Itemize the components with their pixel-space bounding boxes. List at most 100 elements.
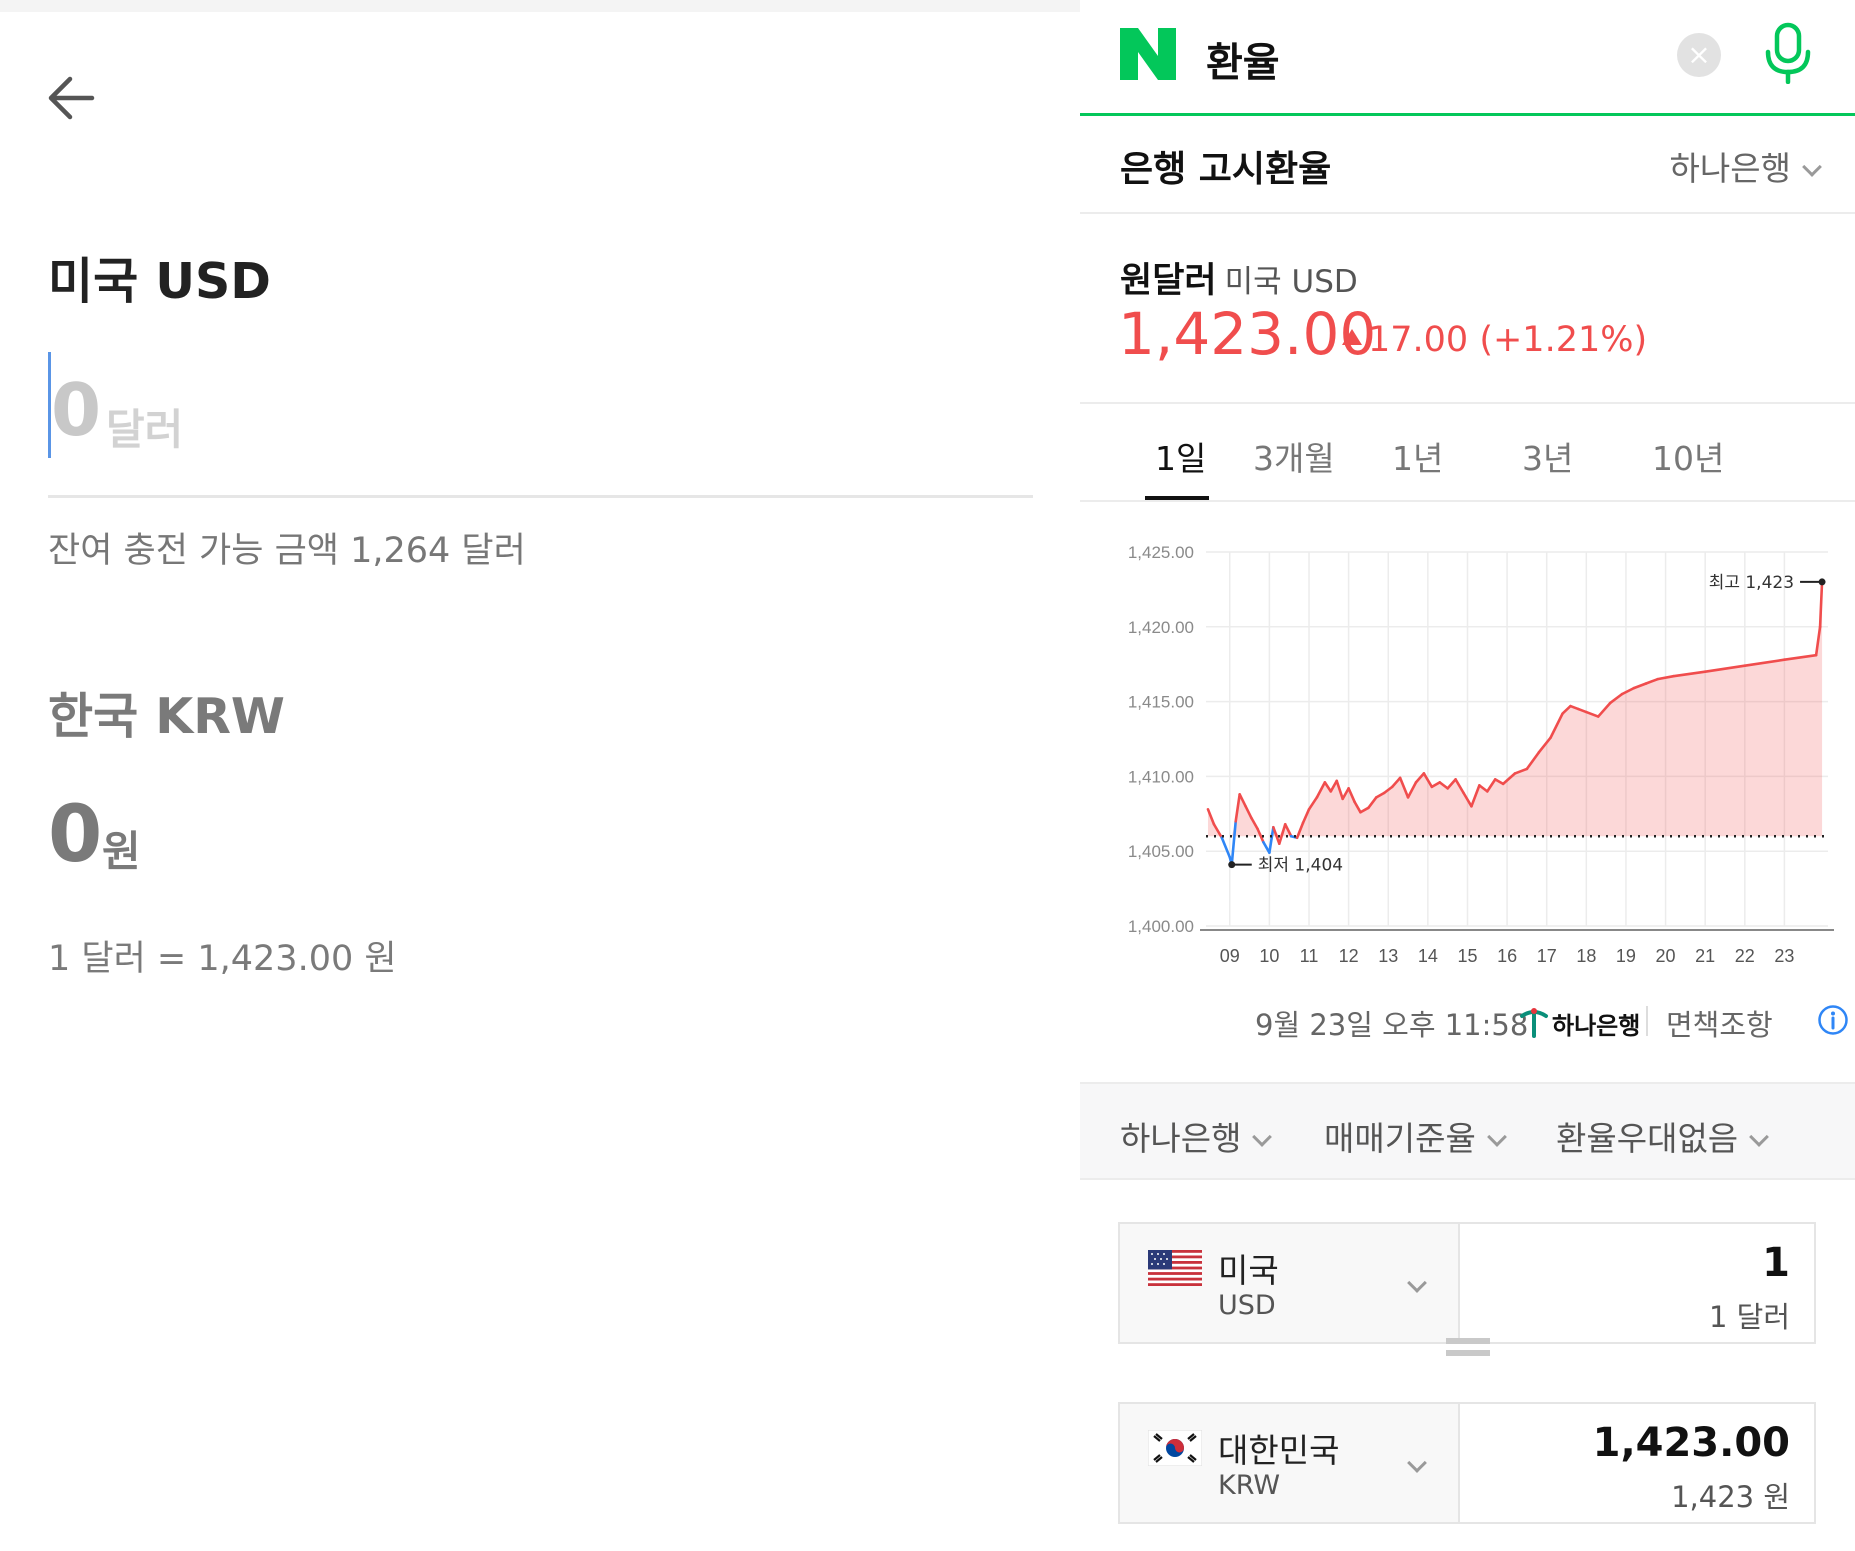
- section-title: 은행 고시환율: [1120, 149, 1332, 190]
- x-tick-label: 19: [1616, 946, 1636, 966]
- converter-row-usd: 미국 USD 1 1 달러: [1118, 1222, 1816, 1344]
- period-tabs: 1일 3개월 1년 3년 10년: [1080, 402, 1855, 502]
- filter-bank-label: 하나은행: [1120, 1119, 1242, 1158]
- remaining-amount-text: 잔여 충전 가능 금액 1,264 달러: [48, 531, 526, 571]
- price-change: 17.00 (+1.21%): [1342, 320, 1647, 360]
- chart-area-fill: [1207, 581, 1823, 837]
- chevron-down-icon: [1749, 1127, 1770, 1147]
- bank-dropdown-label: 하나은행: [1669, 149, 1791, 188]
- usd-amount-value: 0: [51, 368, 102, 452]
- close-icon[interactable]: ×: [1677, 33, 1721, 77]
- up-triangle-icon: [1342, 329, 1362, 345]
- x-tick-label: 09: [1220, 946, 1240, 966]
- filter-rate-type-label: 매매기준율: [1324, 1119, 1476, 1158]
- x-tick-label: 16: [1497, 946, 1517, 966]
- tab-3y[interactable]: 3년: [1522, 432, 1573, 480]
- active-tab-indicator: [1145, 496, 1209, 500]
- currency-code: KRW: [1218, 1470, 1281, 1501]
- country-name: 대한민국: [1218, 1431, 1340, 1470]
- krw-amount-value: 0: [48, 790, 103, 880]
- naver-logo[interactable]: [1120, 28, 1176, 80]
- tab-10y[interactable]: 10년: [1652, 432, 1724, 480]
- x-tick-label: 22: [1735, 946, 1755, 966]
- back-button[interactable]: [44, 70, 100, 126]
- x-tick-label: 11: [1300, 946, 1319, 966]
- krw-currency-title: 한국 KRW: [48, 688, 285, 745]
- krw-unit-label: 원: [102, 827, 141, 876]
- section-header: 은행 고시환율 하나은행: [1080, 118, 1855, 214]
- high-label: 최고 1,423: [1709, 573, 1794, 593]
- x-tick-label: 23: [1774, 946, 1794, 966]
- x-tick-label: 15: [1457, 946, 1477, 966]
- kr-flag-icon: [1148, 1430, 1202, 1466]
- us-flag-icon: [1148, 1250, 1202, 1286]
- series-line-segment: [1230, 819, 1238, 866]
- usd-amount-input[interactable]: 0 달러: [48, 350, 1033, 498]
- exchange-rate-chart[interactable]: 1,425.00 1,420.00 1,415.00 1,410.00 1,405.00…: [1080, 520, 1855, 980]
- price-change-value: 17.00 (+1.21%): [1368, 320, 1648, 360]
- chart-footer: 9월 23일 오후 11:58 하나은행 면책조항: [1080, 1002, 1855, 1044]
- converter-amount-krw[interactable]: 1,423.00: [1593, 1420, 1790, 1466]
- chevron-down-icon: [1407, 1453, 1427, 1473]
- usd-currency-title: 미국 USD: [48, 253, 271, 310]
- x-tick-label: 14: [1418, 946, 1438, 966]
- filter-bar: 하나은행 매매기준율 환율우대없음: [1080, 1082, 1855, 1180]
- chevron-down-icon: [1407, 1273, 1427, 1293]
- y-tick-label: 1,425.00: [1128, 543, 1194, 562]
- disclaimer-link[interactable]: 면책조항: [1666, 1002, 1773, 1044]
- tab-1y[interactable]: 1년: [1392, 432, 1443, 480]
- x-tick-label: 13: [1378, 946, 1398, 966]
- x-tick-label: 12: [1339, 946, 1359, 966]
- currency-code: USD: [1218, 1290, 1276, 1321]
- currency-select-krw[interactable]: 대한민국 KRW: [1120, 1404, 1460, 1522]
- tab-1d[interactable]: 1일: [1155, 432, 1206, 480]
- x-tick-label: 18: [1576, 946, 1596, 966]
- y-tick-label: 1,400.00: [1128, 917, 1194, 936]
- filter-rate-type[interactable]: 매매기준율: [1324, 1112, 1507, 1160]
- hana-bank-logo-icon: [1520, 1008, 1548, 1038]
- chart-svg: 1,425.00 1,420.00 1,415.00 1,410.00 1,405.00…: [1128, 543, 1834, 966]
- usd-unit-label: 달러: [106, 405, 184, 454]
- y-tick-label: 1,410.00: [1128, 767, 1194, 786]
- converter-amount-text-usd: 1 달러: [1708, 1300, 1790, 1334]
- current-price: 1,423.00: [1118, 300, 1377, 368]
- charge-panel: 미국 USD 0 달러 잔여 충전 가능 금액 1,264 달러 한국 KRW …: [0, 0, 1080, 1551]
- pair-sub: 미국 USD: [1224, 264, 1358, 300]
- high-marker-dot: [1818, 578, 1826, 586]
- x-tick-label: 20: [1656, 946, 1676, 966]
- converter-amount-text-krw: 1,423 원: [1671, 1480, 1790, 1514]
- x-tick-label: 17: [1537, 946, 1557, 966]
- divider: [1646, 1006, 1648, 1036]
- country-name: 미국: [1218, 1251, 1279, 1290]
- search-bar: 환율 ×: [1080, 0, 1855, 116]
- pair-label: 원달러 미국 USD: [1120, 252, 1358, 303]
- chart-timestamp: 9월 23일 오후 11:58: [1255, 1008, 1529, 1042]
- pair-name: 원달러: [1120, 261, 1217, 301]
- converter-amount-usd[interactable]: 1: [1762, 1240, 1790, 1286]
- naver-exchange-panel: 환율 × 은행 고시환율 하나은행 원달러 미국 USD 1,423.00 17.…: [1080, 0, 1855, 1551]
- y-tick-label: 1,420.00: [1128, 618, 1194, 637]
- exchange-rate-text: 1 달러 = 1,423.00 원: [48, 939, 397, 979]
- filter-bank[interactable]: 하나은행: [1120, 1112, 1273, 1160]
- status-strip: [0, 0, 1080, 12]
- microphone-icon[interactable]: [1760, 22, 1816, 84]
- chevron-down-icon: [1486, 1127, 1507, 1147]
- filter-preference-label: 환율우대없음: [1556, 1119, 1739, 1158]
- tab-3m[interactable]: 3개월: [1253, 432, 1335, 480]
- bank-dropdown[interactable]: 하나은행: [1669, 142, 1822, 190]
- y-tick-label: 1,405.00: [1128, 842, 1194, 861]
- low-label: 최저 1,404: [1258, 856, 1343, 876]
- arrow-left-icon: [48, 76, 95, 120]
- currency-select-usd[interactable]: 미국 USD: [1120, 1224, 1460, 1342]
- chevron-down-icon: [1802, 157, 1822, 177]
- converter-row-krw: 대한민국 KRW 1,423.00 1,423 원: [1118, 1402, 1816, 1524]
- series-line-segment: [1220, 836, 1232, 859]
- y-tick-label: 1,415.00: [1128, 693, 1194, 712]
- x-tick-label: 21: [1695, 946, 1715, 966]
- source-bank-name: 하나은행: [1552, 1012, 1641, 1040]
- filter-preference[interactable]: 환율우대없음: [1556, 1112, 1770, 1160]
- search-query[interactable]: 환율: [1206, 30, 1280, 88]
- chevron-down-icon: [1252, 1127, 1273, 1147]
- info-icon[interactable]: [1817, 1004, 1849, 1036]
- equals-icon: [1446, 1338, 1490, 1358]
